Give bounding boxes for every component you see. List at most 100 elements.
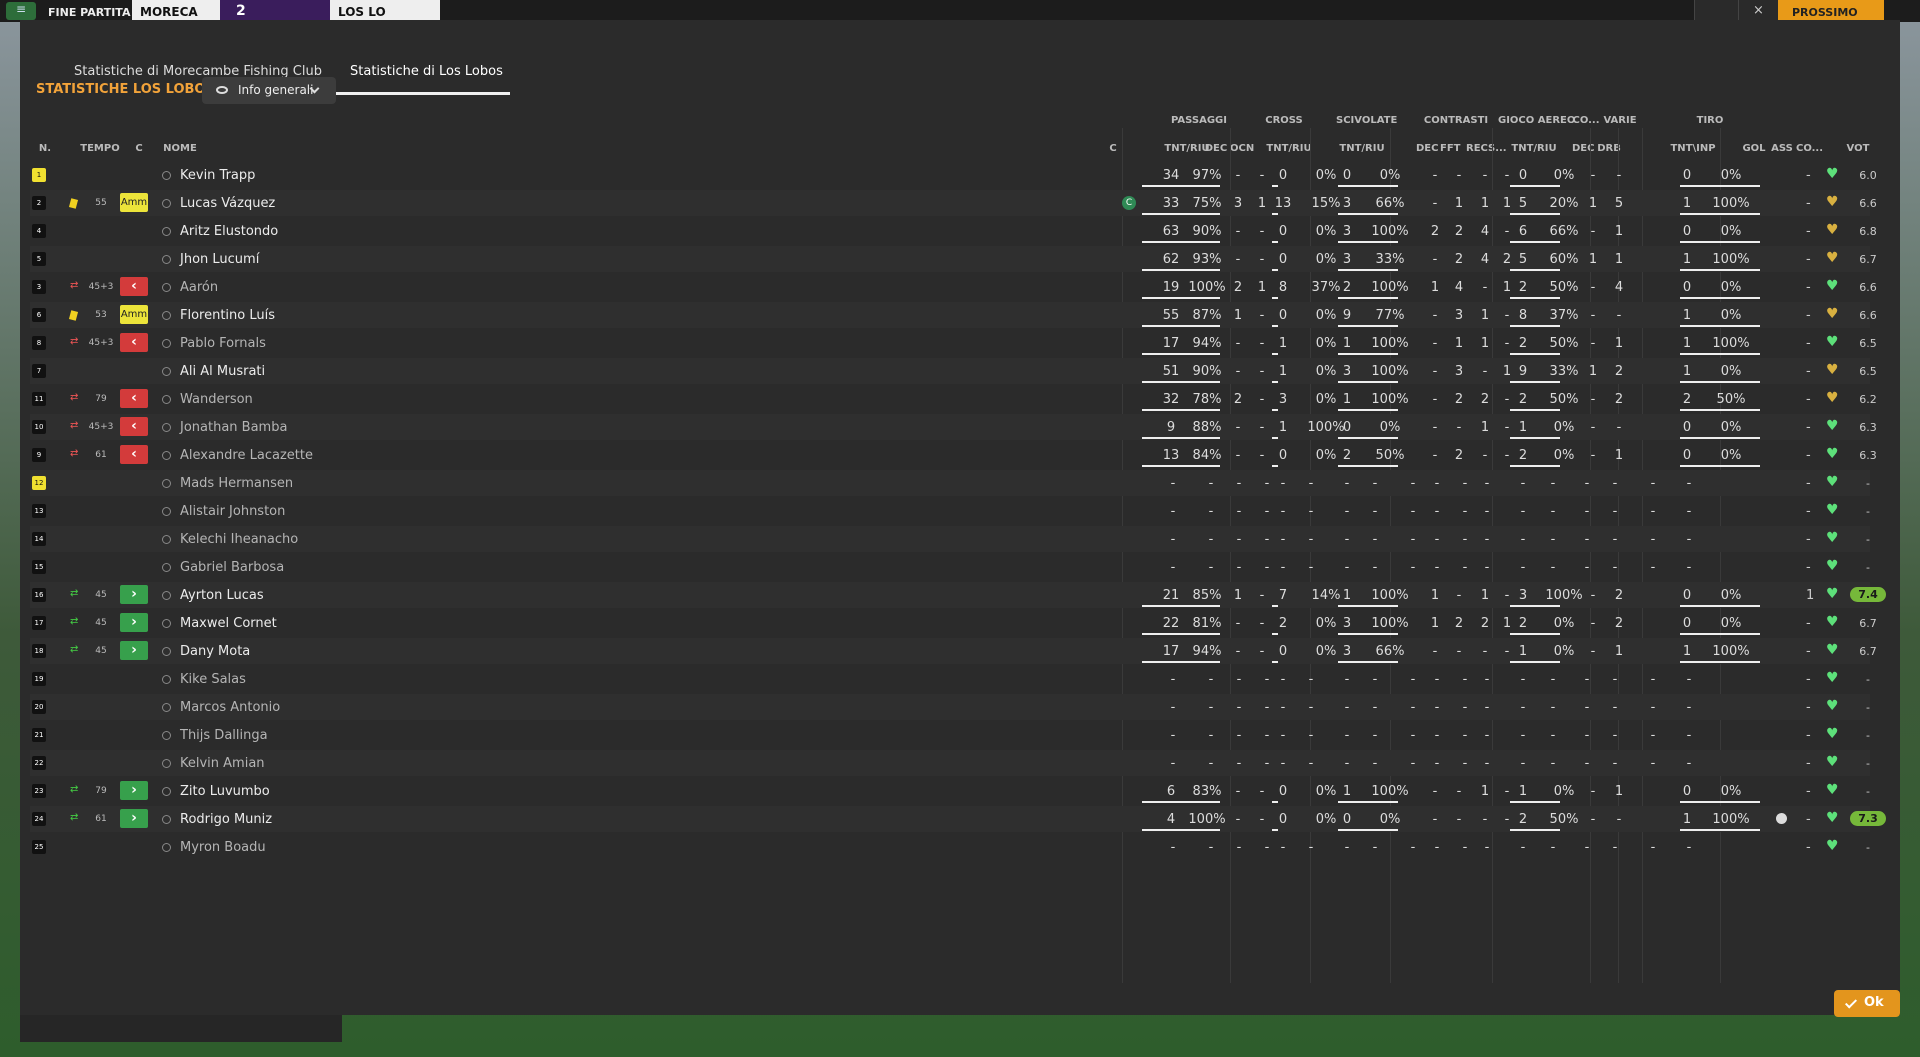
ok-button[interactable]: Ok	[1834, 990, 1900, 1017]
shirt-number: 16	[32, 588, 46, 602]
table-row[interactable]: 7 Ali Al Musrati 51 90% - -1 0% 3 100% -3-1 9 33% 1 2…	[30, 358, 1877, 384]
table-row[interactable]: 8 ⇄ 45+3 ‹ Pablo Fornals 17 94% - -1 0% 1 100% -1 1-2…	[30, 330, 1877, 356]
tackle-pct: 100%	[1371, 588, 1409, 603]
topbar-button[interactable]	[1694, 0, 1738, 22]
stat-value: -	[1410, 672, 1416, 687]
table-row[interactable]: 9 ⇄ 61 ‹ Alexandre Lacazette 13 84% - -0 0% 2 50% -2…	[30, 442, 1877, 468]
column-header[interactable]: ASS	[1770, 143, 1794, 154]
column-header[interactable]: TNT\INP	[1662, 143, 1724, 154]
shot-attempts: 1	[1682, 364, 1692, 379]
column-header[interactable]: TNT/RIU	[1504, 143, 1564, 154]
assists: 1	[1806, 588, 1815, 603]
player-icon	[162, 507, 171, 516]
table-row[interactable]: 12 Mads Hermansen - - - - - - - - - - - - - - - - - - - ♥ -	[30, 470, 1870, 496]
stat-value: -	[1208, 728, 1214, 743]
player-name: Aritz Elustondo	[180, 224, 279, 239]
column-header[interactable]: S...	[1488, 143, 1507, 154]
table-row[interactable]: 10 ⇄ 45+3 ‹ Jonathan Bamba 9 88% - -1 100% 0 0% - -1-…	[30, 414, 1877, 440]
home-team: MORECA	[132, 0, 220, 22]
table-row[interactable]: 14 Kelechi Iheanacho - - - - - - - - - - - - - - - - - - - ♥ -	[30, 526, 1870, 552]
stat-value: -	[1208, 840, 1214, 855]
column-header[interactable]: REC	[1466, 143, 1488, 154]
column-header[interactable]: C	[1106, 143, 1120, 154]
column-header[interactable]: DEC	[1204, 143, 1228, 154]
column-header[interactable]: TNT/RIU	[1336, 143, 1388, 154]
tab-los-lobos-stats[interactable]: Statistiche di Los Lobos	[350, 64, 503, 79]
stat-value: -	[1686, 532, 1692, 547]
group-header[interactable]: CO...	[1572, 115, 1600, 126]
table-row[interactable]: 2 55 Amm Lucas Vázquez C 33 75% 3 1 13 15% 3 66% -1 1 1…	[30, 190, 1877, 216]
contrast-rec: 1	[1480, 308, 1490, 323]
column-header[interactable]: NOME	[160, 143, 200, 154]
stat-bar	[1142, 465, 1220, 467]
pass-dec: -	[1235, 812, 1241, 827]
column-header[interactable]: N.	[32, 143, 58, 154]
table-row[interactable]: 22 Kelvin Amian - - - - - - - - - - - - - - - - - - - ♥ -	[30, 750, 1870, 776]
group-header[interactable]: PASSAGGI	[1168, 115, 1230, 126]
chevron-left-icon: ‹	[120, 333, 148, 352]
contrast-fft: -	[1456, 812, 1462, 827]
table-row[interactable]: 20 Marcos Antonio - - - - - - - - - - - - - - - - - - - ♥ -	[30, 694, 1870, 720]
stat-value: -	[1686, 672, 1692, 687]
aerial-attempts: 9	[1518, 364, 1528, 379]
close-icon[interactable]: ×	[1738, 0, 1778, 22]
stat-value: -	[1462, 504, 1468, 519]
co-dec: -	[1590, 308, 1596, 323]
table-row[interactable]: 4 Aritz Elustondo 63 90% - -0 0% 3 100% 2 2 4-6 66% -…	[30, 218, 1877, 244]
player-icon	[162, 451, 171, 460]
group-header[interactable]: VARIE	[1600, 115, 1640, 126]
stat-value: -	[1462, 700, 1468, 715]
table-row[interactable]: 1 Kevin Trapp 34 97% - -0 0% 0 0% - - - -0 0% - -0 0% - ♥ 6…	[30, 162, 1877, 188]
table-row[interactable]: 11 ⇄ 79 ‹ Wanderson 32 78% 2-3 0% 1 100% -2 2-2 50% -2…	[30, 386, 1877, 412]
view-dropdown[interactable]: Info generali	[202, 77, 336, 104]
aerial-pct: 37%	[1549, 308, 1579, 323]
contrast-rec: -	[1482, 448, 1488, 463]
table-row[interactable]: 5 Jhon Lucumí 62 93% - -0 0% 3 33% -2 4 2 5 60% 1 1 1 100…	[30, 246, 1877, 272]
stat-bar	[1338, 381, 1398, 383]
table-row[interactable]: 25 Myron Boadu - - - - - - - - - - - - - - - - - - - ♥ -	[30, 834, 1870, 860]
condition-heart-icon: ♥	[1826, 306, 1839, 322]
stat-bar	[1510, 801, 1560, 803]
shot-attempts: 0	[1682, 616, 1692, 631]
column-header[interactable]: GOL	[1742, 143, 1766, 154]
table-row[interactable]: 13 Alistair Johnston - - - - - - - - - - - - - - - - - - - ♥ -	[30, 498, 1870, 524]
group-header[interactable]: CONTRASTI	[1416, 115, 1496, 126]
chevron-right-icon: ›	[120, 641, 148, 660]
aerial-pct: 50%	[1549, 280, 1579, 295]
table-row[interactable]: 19 Kike Salas - - - - - - - - - - - - - - - - - - - ♥ -	[30, 666, 1870, 692]
condition-heart-icon: ♥	[1826, 726, 1839, 742]
table-row[interactable]: 18 ⇄ 45 › Dany Mota 17 94% - -0 0% 3 66% - - - -1 0% -1 1 1…	[30, 638, 1877, 664]
column-header[interactable]: C	[130, 143, 148, 154]
table-row[interactable]: 24 ⇄ 61 › Rodrigo Muniz 4 100% - -0 0% 0 0% - - - -2 50%…	[30, 806, 1886, 832]
table-row[interactable]: 23 ⇄ 79 › Zito Luvumbo 6 83% - -0 0% 1 100% - -1-1 0% -…	[30, 778, 1870, 804]
group-header[interactable]: SCIVOLATE	[1336, 115, 1397, 126]
group-header[interactable]: TIRO	[1660, 115, 1760, 126]
column-header[interactable]: OCN	[1230, 143, 1254, 154]
table-row[interactable]: 6 53 Amm Florentino Luís 55 87% 1 - 0 0% 9 77% - 3 1 - 8…	[30, 302, 1877, 328]
stat-value: -	[1308, 532, 1314, 547]
stat-bar	[1142, 633, 1220, 635]
stat-value: -	[1520, 504, 1526, 519]
column-header[interactable]: TNT/RIU	[1266, 143, 1312, 154]
aerial-attempts: 1	[1518, 644, 1528, 659]
continue-button[interactable]: PROSSIMO	[1778, 0, 1884, 22]
column-header[interactable]: VOT	[1838, 143, 1878, 154]
table-row[interactable]: 15 Gabriel Barbosa - - - - - - - - - - - - - - - - - - - ♥ -	[30, 554, 1870, 580]
column-header[interactable]: FFT	[1440, 143, 1460, 154]
table-row[interactable]: 3 ⇄ 45+3 ‹ Aarón 19 100% 2 1 8 37% 2 100% 1 4-1 2 50% -4 0…	[30, 274, 1877, 300]
table-row[interactable]: 16 ⇄ 45 › Ayrton Lucas 21 85% 1-7 14% 1 100% 1-1-3 1…	[30, 582, 1886, 608]
group-header[interactable]: CROSS	[1264, 115, 1304, 126]
column-header[interactable]: TEMPO	[78, 143, 122, 154]
column-header[interactable]: CO...	[1796, 143, 1823, 154]
column-header[interactable]: DEC	[1416, 143, 1438, 154]
stat-value: -	[1650, 728, 1656, 743]
tackle-attempts: 1	[1342, 336, 1352, 351]
ok-label: Ok	[1864, 995, 1884, 1010]
group-header[interactable]: GIOCO AEREO	[1498, 115, 1575, 126]
assists: -	[1806, 476, 1811, 491]
table-row[interactable]: 21 Thijs Dallinga - - - - - - - - - - - - - - - - - - - ♥ -	[30, 722, 1870, 748]
contrast-fft: 2	[1454, 224, 1464, 239]
table-row[interactable]: 17 ⇄ 45 › Maxwel Cornet 22 81% - -2 0% 3 100% 1 2 2 1 2 0…	[30, 610, 1877, 636]
rating: 6.6	[1859, 309, 1877, 322]
shot-attempts: 1	[1682, 252, 1692, 267]
